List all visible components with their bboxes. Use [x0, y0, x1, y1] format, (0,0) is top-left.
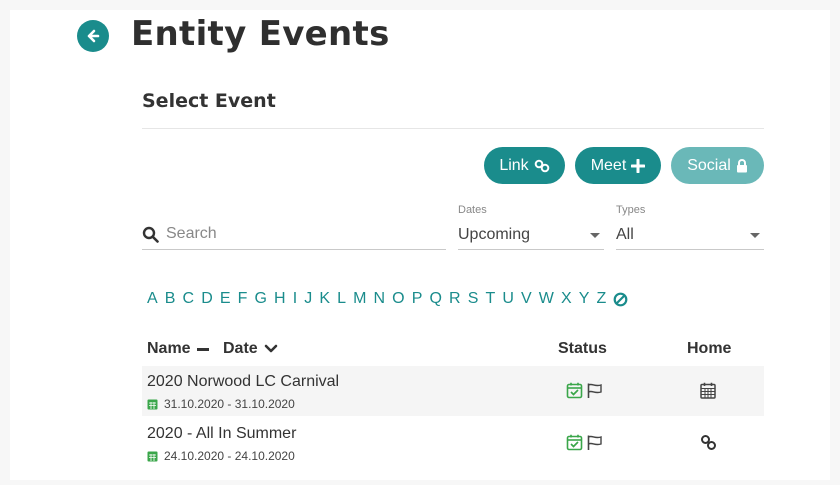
column-name-label: Name — [147, 340, 191, 357]
event-name: 2020 - All In Summer — [147, 425, 297, 442]
types-label: Types — [616, 204, 646, 216]
meet-button[interactable]: Meet — [575, 147, 661, 184]
letter-filter-v[interactable]: V — [521, 290, 532, 308]
arrow-left-icon — [87, 29, 100, 43]
letter-filter-y[interactable]: Y — [579, 290, 590, 308]
letter-filter-a[interactable]: A — [147, 290, 158, 308]
event-dates: 24.10.2020 - 24.10.2020 — [147, 449, 295, 463]
letter-filter-o[interactable]: O — [392, 290, 404, 308]
letter-filter-p[interactable]: P — [412, 290, 423, 308]
event-dates: 31.10.2020 - 31.10.2020 — [147, 397, 295, 411]
letter-filter-u[interactable]: U — [502, 290, 514, 308]
letter-filter-j[interactable]: J — [304, 290, 312, 308]
search-field[interactable] — [142, 218, 446, 250]
divider — [142, 128, 764, 129]
letter-filter-t[interactable]: T — [485, 290, 495, 308]
event-status — [566, 434, 603, 451]
clear-filter-icon[interactable] — [613, 292, 628, 307]
letter-filter-i[interactable]: I — [293, 290, 297, 308]
column-name-sort[interactable]: Name — [147, 340, 209, 358]
dates-select[interactable]: Dates Upcoming — [458, 204, 604, 250]
flag-icon — [587, 435, 602, 450]
letter-filter-f[interactable]: F — [238, 290, 248, 308]
column-date-sort[interactable]: Date — [223, 340, 278, 358]
letter-filter-n[interactable]: N — [374, 290, 386, 308]
letter-filter-g[interactable]: G — [254, 290, 266, 308]
event-status — [566, 382, 603, 399]
event-date-range: 31.10.2020 - 31.10.2020 — [164, 397, 295, 411]
letter-filter-r[interactable]: R — [449, 290, 461, 308]
dates-label: Dates — [458, 204, 487, 216]
calendar-icon — [147, 399, 158, 410]
letter-filter-c[interactable]: C — [183, 290, 195, 308]
event-date-range: 24.10.2020 - 24.10.2020 — [164, 449, 295, 463]
home-status — [700, 382, 716, 404]
event-name: 2020 Norwood LC Carnival — [147, 373, 340, 390]
letter-filter-l[interactable]: L — [337, 290, 346, 308]
social-button[interactable]: Social — [671, 147, 764, 184]
letter-filter-b[interactable]: B — [165, 290, 176, 308]
sort-none-icon — [196, 347, 209, 351]
dates-value: Upcoming — [458, 226, 531, 243]
letter-filter-k[interactable]: K — [319, 290, 330, 308]
chevron-down-icon — [264, 344, 277, 353]
link-icon — [701, 435, 716, 450]
letter-filter-d[interactable]: D — [201, 290, 213, 308]
column-date-label: Date — [223, 340, 258, 357]
alphabet-filter: ABCDEFGHIJKLMNOPQRSTUVWXYZ — [147, 290, 628, 308]
link-button[interactable]: Link — [484, 147, 565, 184]
home-status — [700, 434, 717, 456]
link-icon — [534, 159, 549, 172]
meet-button-label: Meet — [590, 156, 627, 174]
calendar-check-icon — [566, 382, 583, 399]
section-title: Select Event — [142, 90, 276, 112]
letter-filter-e[interactable]: E — [220, 290, 231, 308]
letter-filter-z[interactable]: Z — [596, 290, 606, 308]
column-status-label: Status — [558, 340, 607, 357]
search-icon — [142, 226, 159, 243]
types-select[interactable]: Types All — [616, 204, 764, 250]
plus-icon — [631, 158, 646, 173]
social-button-label: Social — [687, 156, 731, 174]
letter-filter-q[interactable]: Q — [429, 290, 441, 308]
calendar-check-icon — [566, 434, 583, 451]
flag-icon — [587, 383, 602, 398]
calendar-icon — [147, 451, 158, 462]
chevron-down-icon — [750, 233, 760, 238]
letter-filter-w[interactable]: W — [539, 290, 554, 308]
letter-filter-s[interactable]: S — [468, 290, 479, 308]
column-home-label: Home — [687, 340, 732, 357]
letter-filter-x[interactable]: X — [561, 290, 572, 308]
chevron-down-icon — [590, 233, 600, 238]
table-row[interactable]: 2020 Norwood LC Carnival 31.10.2020 - 31… — [142, 366, 764, 416]
back-button[interactable] — [77, 20, 109, 52]
search-input[interactable] — [166, 222, 444, 246]
letter-filter-h[interactable]: H — [274, 290, 286, 308]
types-value: All — [616, 226, 634, 243]
calendar-icon — [700, 382, 716, 399]
link-button-label: Link — [499, 156, 529, 174]
page-title: Entity Events — [131, 14, 390, 54]
letter-filter-m[interactable]: M — [353, 290, 366, 308]
table-row[interactable]: 2020 - All In Summer 24.10.2020 - 24.10.… — [142, 418, 764, 468]
lock-icon — [736, 158, 747, 172]
